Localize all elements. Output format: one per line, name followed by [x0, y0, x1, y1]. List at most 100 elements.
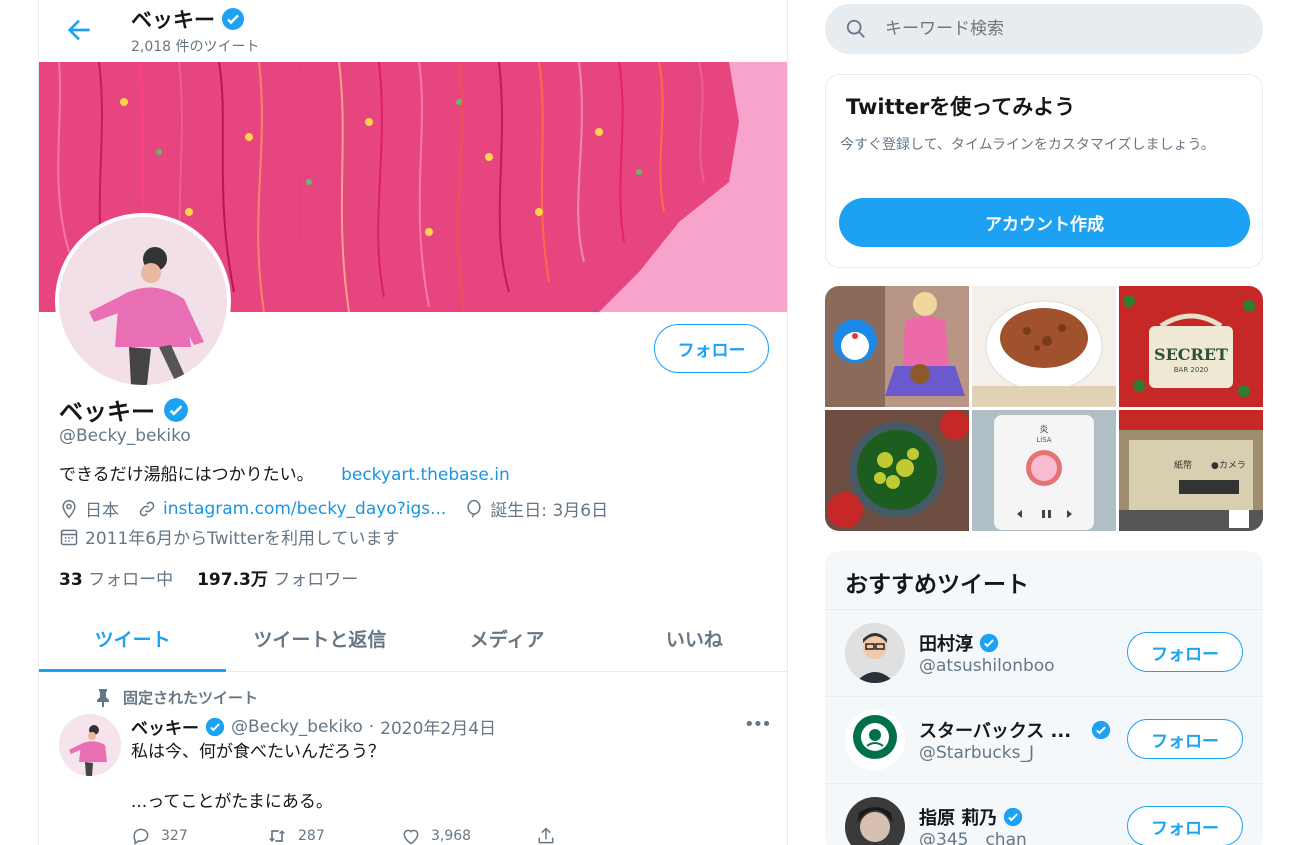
tab-tweets[interactable]: ツイート: [39, 605, 227, 672]
recommended-name[interactable]: スターバックス ...: [919, 717, 1071, 743]
media-image: [825, 410, 969, 531]
media-thumb-6[interactable]: 紙幣 ●カメラ: [1119, 410, 1263, 531]
tab-tweets-replies[interactable]: ツイートと返信: [226, 605, 413, 671]
signup-text: 今すぐ登録して、タイムラインをカスタマイズしましょう。: [840, 137, 1215, 153]
share-action[interactable]: [536, 826, 671, 845]
back-arrow-icon[interactable]: [63, 14, 95, 46]
following-count: 33: [59, 570, 83, 590]
media-thumb-2[interactable]: [972, 286, 1116, 407]
following-count-link[interactable]: 33 フォロー中: [59, 565, 173, 590]
player-artist: LiSA: [1036, 436, 1051, 444]
tweet-count: 2,018 件のツイート: [131, 39, 260, 55]
tweet-actions: 327 287 3,968: [131, 826, 671, 845]
profile-meta: 日本 instagram.com/becky_dayo?igs... 誕生日: …: [59, 496, 608, 521]
following-label: フォロー中: [88, 570, 174, 590]
verified-icon: [222, 8, 244, 30]
bag-text: SECRET: [1154, 345, 1228, 364]
main-column: ベッキー 2,018 件のツイート フォロー ベッキー @Becky_bekik…: [38, 0, 788, 845]
profile-follow-button[interactable]: フォロー: [654, 324, 769, 373]
reply-action[interactable]: 327: [131, 826, 266, 845]
tweet-separator: ·: [368, 716, 375, 737]
sign-camera-text: ●カメラ: [1211, 460, 1246, 471]
share-icon: [538, 827, 554, 844]
media-image: [825, 286, 969, 407]
pinned-label: 固定されたツイート: [123, 689, 259, 707]
birthday-icon: [467, 499, 481, 518]
website-link[interactable]: instagram.com/becky_dayo?igs...: [163, 499, 446, 519]
recommended-handle[interactable]: @Starbucks_J: [919, 743, 1034, 763]
header-title: ベッキー: [131, 4, 245, 34]
tweet-date[interactable]: 2020年2月4日: [380, 714, 496, 739]
recommended-name[interactable]: 田村淳: [919, 630, 973, 656]
avatar-image: [845, 797, 905, 845]
location-text: 日本: [85, 501, 119, 521]
follow-button[interactable]: フォロー: [1127, 806, 1243, 845]
profile-name-row: ベッキー: [59, 392, 189, 427]
media-image: 炎 LiSA: [972, 410, 1116, 531]
tweet-avatar[interactable]: [59, 714, 121, 776]
verified-icon: [1004, 807, 1023, 827]
verified-icon: [164, 397, 188, 422]
avatar[interactable]: [845, 623, 905, 683]
media-image: SECRET BAR 2020: [1119, 286, 1263, 407]
media-thumb-1[interactable]: [825, 286, 969, 407]
recommended-name-row: 田村淳: [919, 630, 999, 656]
like-count: 3,968: [431, 828, 472, 844]
tweet-author-handle[interactable]: @Becky_bekiko: [231, 717, 363, 737]
followers-count-link[interactable]: 197.3万 フォロワー: [197, 565, 358, 590]
more-icon[interactable]: •••: [744, 714, 772, 735]
verified-icon: [979, 633, 999, 653]
create-account-button[interactable]: アカウント作成: [839, 198, 1250, 247]
retweet-action[interactable]: 287: [266, 826, 401, 845]
starbucks-logo-icon: [845, 710, 905, 770]
recommended-account[interactable]: スターバックス ... @Starbucks_J フォロー: [825, 696, 1263, 783]
profile-name: ベッキー: [59, 398, 155, 426]
birthday-text: 誕生日: 3月6日: [490, 501, 609, 521]
media-thumb-3[interactable]: SECRET BAR 2020: [1119, 286, 1263, 407]
pin-icon: [97, 688, 109, 707]
tab-likes[interactable]: いいね: [601, 605, 787, 671]
avatar-image: [59, 217, 227, 385]
reply-count: 327: [161, 828, 188, 844]
calendar-icon: [60, 529, 78, 545]
tab-media[interactable]: メディア: [414, 605, 601, 671]
bag-subtext: BAR 2020: [1174, 366, 1209, 374]
followers-label: フォロワー: [273, 570, 359, 590]
media-image: 紙幣 ●カメラ: [1119, 410, 1263, 531]
avatar[interactable]: [845, 710, 905, 770]
media-grid: SECRET BAR 2020 炎 LiSA 紙幣 ●カメラ: [825, 286, 1263, 531]
signup-title: Twitterを使ってみよう: [846, 95, 1076, 119]
follow-button[interactable]: フォロー: [1127, 719, 1243, 759]
signup-card: Twitterを使ってみよう 今すぐ登録して、タイムラインをカスタマイズしましょ…: [825, 74, 1263, 268]
profile-bio: できるだけ湯船にはつかりたい。 beckyart.thebase.in: [59, 460, 510, 485]
search-input[interactable]: [885, 19, 1245, 39]
recommended-name-row: スターバックス ...: [919, 717, 1111, 743]
avatar[interactable]: [845, 797, 905, 845]
media-thumb-4[interactable]: [825, 410, 969, 531]
recommended-handle[interactable]: @345__chan: [919, 830, 1027, 845]
tweet-text: 私は今、何が食べたいんだろう？ ...ってことがたまにある。: [131, 742, 385, 812]
followers-count: 197.3万: [197, 570, 268, 590]
follow-button[interactable]: フォロー: [1127, 632, 1243, 672]
media-thumb-5[interactable]: 炎 LiSA: [972, 410, 1116, 531]
tweet-author-name[interactable]: ベッキー: [131, 714, 199, 739]
recommended-handle[interactable]: @atsushilonboo: [919, 656, 1055, 676]
retweet-icon: [268, 830, 286, 842]
link-icon: [139, 501, 155, 516]
recommended-title: おすすめツイート: [845, 572, 1029, 598]
profile-avatar[interactable]: [55, 213, 231, 389]
recommended-panel: おすすめツイート 田村淳 @atsushilonboo フォロー スターバックス…: [825, 551, 1263, 845]
joined-text: 2011年6月からTwitterを利用しています: [85, 529, 400, 549]
header-name: ベッキー: [131, 8, 215, 32]
search-bar[interactable]: [825, 4, 1263, 54]
follow-counts: 33 フォロー中 197.3万 フォロワー: [59, 565, 358, 590]
like-action[interactable]: 3,968: [401, 826, 536, 845]
tweet-avatar-image: [59, 714, 121, 776]
recommended-name[interactable]: 指原 莉乃: [919, 804, 997, 830]
recommended-account[interactable]: 指原 莉乃 @345__chan フォロー: [825, 783, 1263, 845]
bio-link[interactable]: beckyart.thebase.in: [341, 465, 510, 485]
pinned-label-row: 固定されたツイート: [95, 687, 258, 708]
location-icon: [62, 499, 76, 518]
recommended-account[interactable]: 田村淳 @atsushilonboo フォロー: [825, 609, 1263, 696]
tweet-header: ベッキー @Becky_bekiko · 2020年2月4日: [131, 714, 496, 740]
